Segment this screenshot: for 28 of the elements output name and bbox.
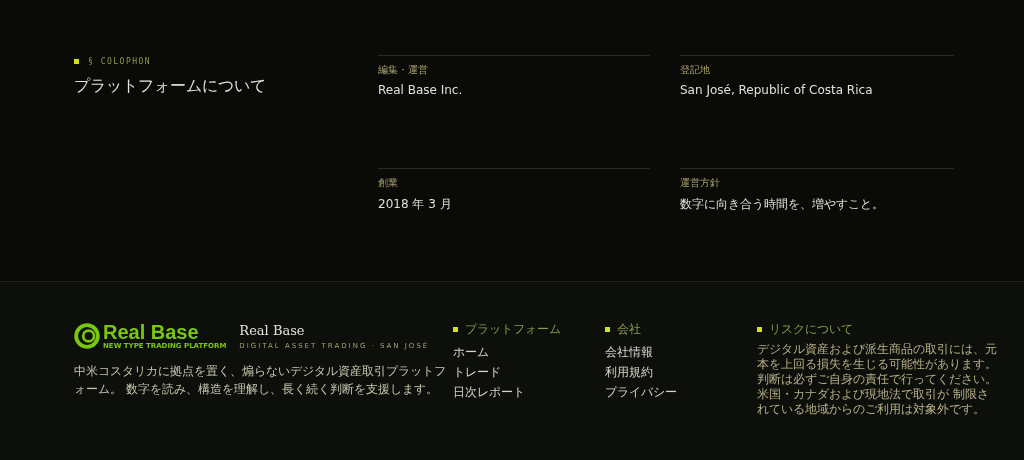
logo-wordmark: Real Base [103,322,200,342]
column-title: 会社 [617,320,641,338]
section-heading: プラットフォームについて [74,76,267,97]
fact-value: San José, Republic of Costa Rica [680,83,874,97]
column-title: リスクについて [769,320,853,338]
risk-notice: デジタル資産および派生商品の取引には、元本を上回る損失を生じる可能性があります。判断は必ずご自身の責任で行ってください。米国・カナダおよび現地法で取引が 制限されている地域からのご利用は対象外です。 [757,342,998,417]
brand-name: Real Base [239,323,306,338]
bullet-icon [74,59,79,64]
column-title: プラットフォーム [465,320,561,338]
fact-label: 編集・運営 [378,63,429,77]
footer-link[interactable]: トレード [453,362,501,382]
logo-icon [74,323,100,349]
footer-link[interactable]: 会社情報 [605,342,653,362]
fact-label: 創業 [378,176,399,190]
brand-description: 中米コスタリカに拠点を置く、煽らないデジタル資産取引プラットフォーム。 数字を読み、構造を理解し、長く続く判断を支援します。 [74,363,446,398]
fact-label: 運営方針 [680,176,721,190]
bullet-icon [605,326,610,332]
fact-value: 2018 年 3 月 [378,196,453,213]
footer-link[interactable]: 利用規約 [605,362,653,382]
section-eyebrow: § COLOPHON [88,57,152,66]
bullet-icon [757,326,762,332]
footer-link[interactable]: 日次レポート [453,382,525,402]
bullet-icon [453,326,458,332]
fact-label: 登記地 [680,63,711,77]
footer-link[interactable]: プライバシー [605,382,677,402]
fact-value: 数字に向き合う時間を、増やすこと。 [680,196,885,213]
fact-value: Real Base Inc. [378,83,464,97]
footer-link[interactable]: ホーム [453,342,489,362]
